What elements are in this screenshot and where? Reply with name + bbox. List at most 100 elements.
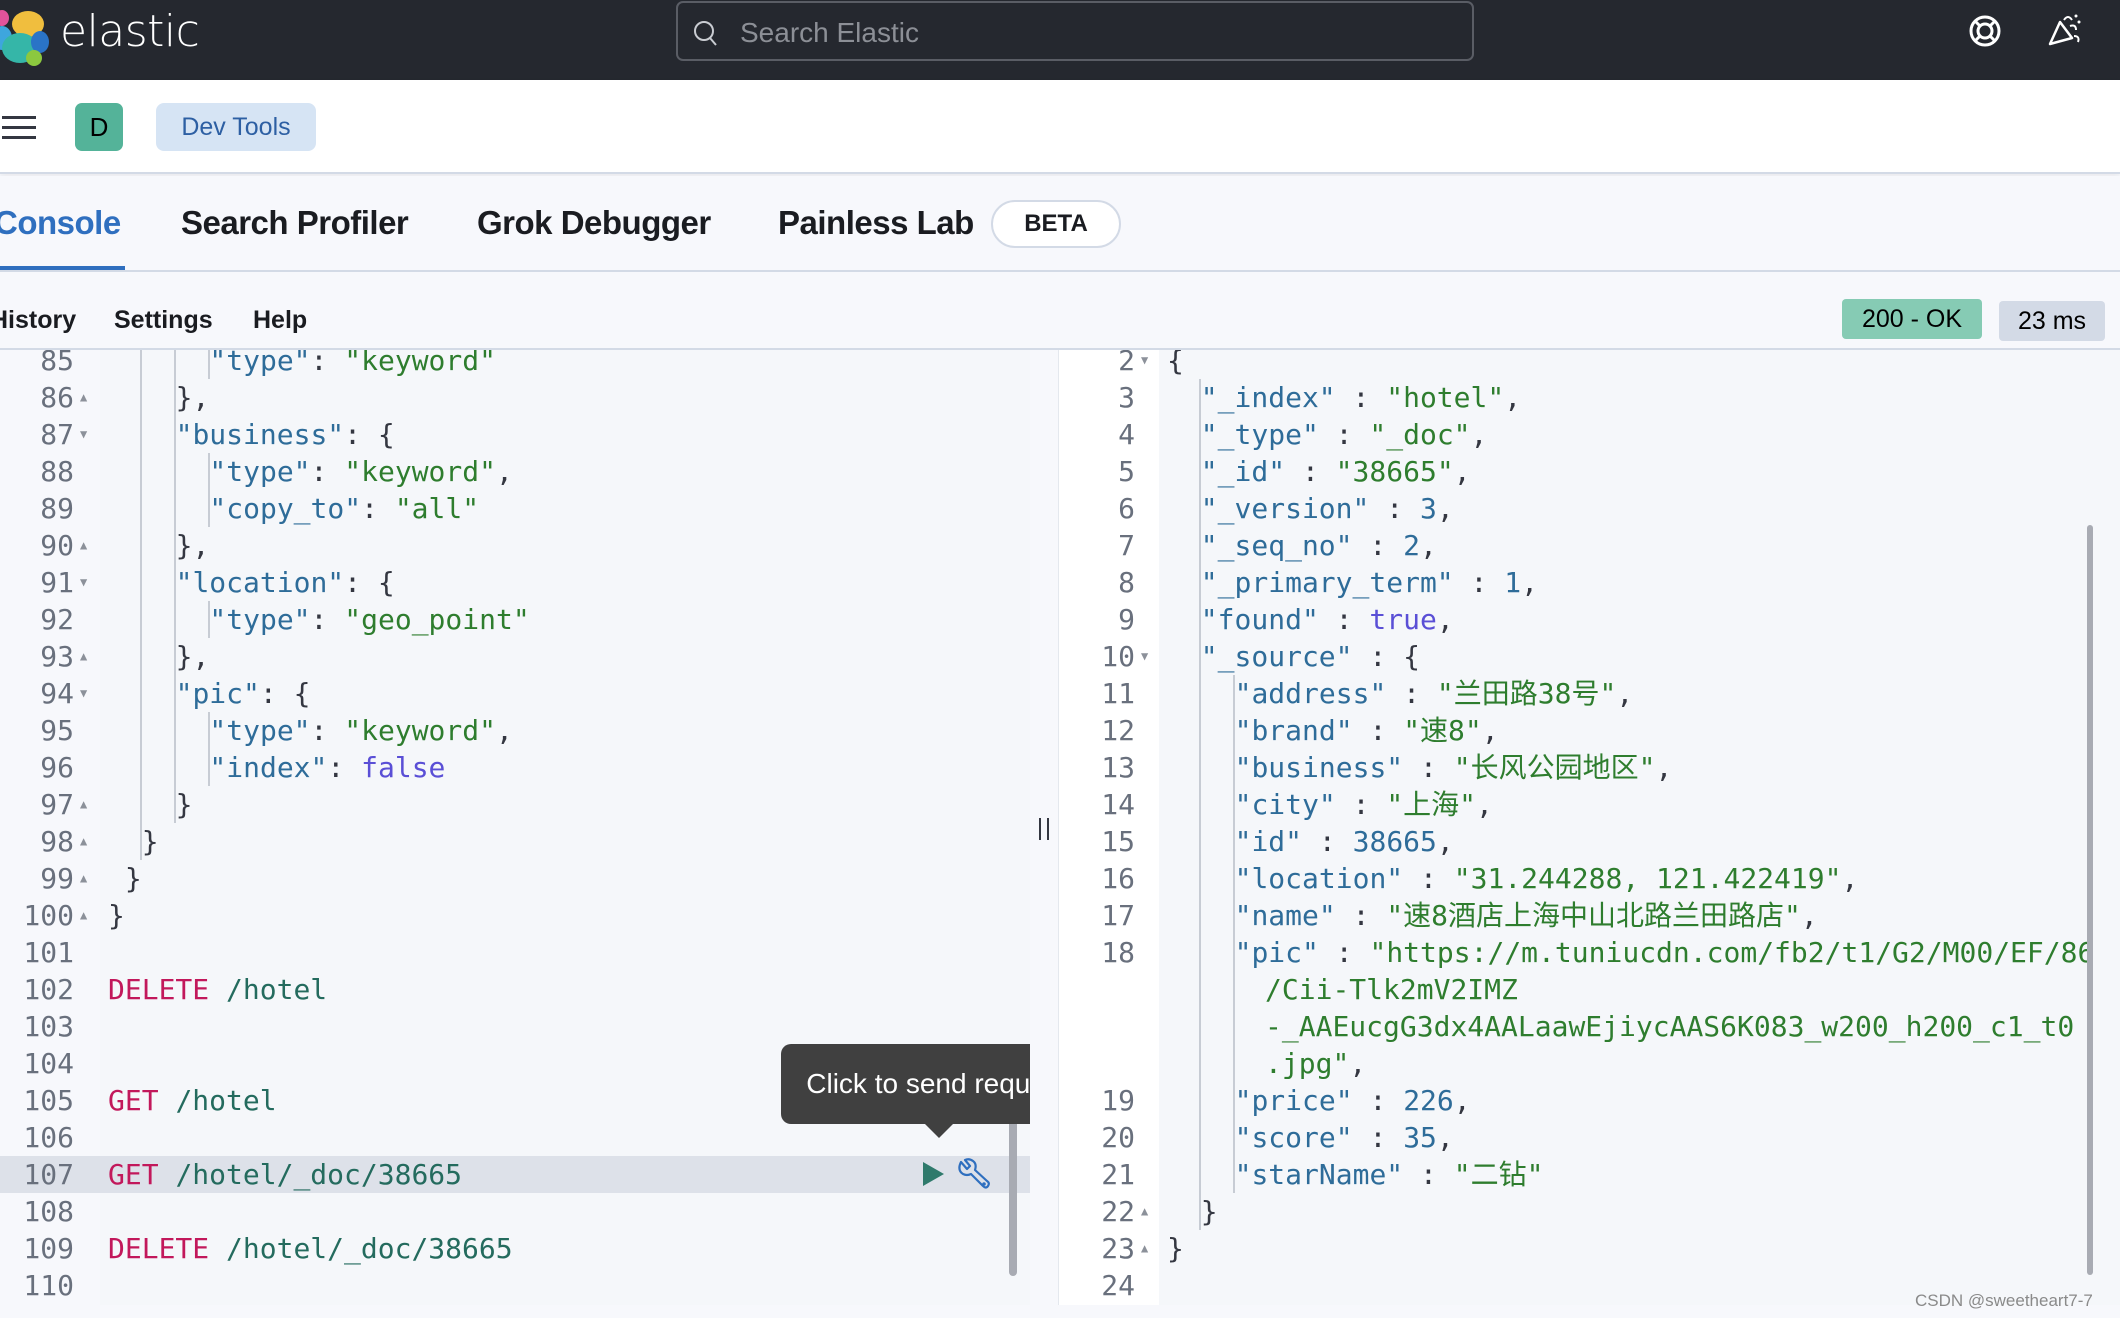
code-line[interactable]: 5 "_id" : "38665", xyxy=(1059,453,2120,490)
fold-up-icon[interactable]: ▲ xyxy=(1141,1230,1148,1267)
code-text: "location" : "31.244288, 121.422419", xyxy=(1235,860,1859,897)
code-line[interactable]: 109 DELETE /hotel/_doc/38665 xyxy=(0,1230,1030,1267)
wrench-icon[interactable] xyxy=(955,1156,991,1192)
indent-guide xyxy=(140,350,142,379)
code-line[interactable]: 21 "starName" : "二钻" xyxy=(1059,1156,2120,1193)
code-line[interactable]: -_AAEucgG3dx4AALaawEjiycAAS6K083_w200_h2… xyxy=(1059,1008,2120,1045)
fold-down-icon[interactable]: ▼ xyxy=(1141,638,1148,675)
code-text: DELETE /hotel xyxy=(108,971,327,1008)
code-line[interactable]: 3 "_index" : "hotel", xyxy=(1059,379,2120,416)
newsfeed-icon[interactable] xyxy=(2046,12,2082,48)
code-line[interactable]: /Cii-Tlk2mV2IMZ xyxy=(1059,971,2120,1008)
code-line[interactable]: 9 "found" : true, xyxy=(1059,601,2120,638)
fold-down-icon[interactable]: ▼ xyxy=(80,564,87,601)
line-number: 100 xyxy=(23,899,74,932)
history-link[interactable]: History xyxy=(0,306,76,335)
fold-up-icon[interactable]: ▲ xyxy=(80,638,87,675)
token-p: : xyxy=(1386,677,1437,710)
code-line[interactable]: 98 ▲} xyxy=(0,823,1030,860)
editor-scrollbar[interactable] xyxy=(1009,1118,1017,1276)
code-line[interactable]: 4 "_type" : "_doc", xyxy=(1059,416,2120,453)
fold-up-icon[interactable]: ▲ xyxy=(80,786,87,823)
code-line[interactable]: 16 "location" : "31.244288, 121.422419", xyxy=(1059,860,2120,897)
token-s: "上海" xyxy=(1386,788,1477,821)
code-line[interactable]: 107 GET /hotel/_doc/38665 xyxy=(0,1156,1030,1193)
code-text: DELETE /hotel/_doc/38665 xyxy=(108,1230,513,1267)
code-line[interactable]: 101 xyxy=(0,934,1030,971)
space-avatar[interactable]: D xyxy=(75,103,123,151)
code-line[interactable]: 103 xyxy=(0,1008,1030,1045)
code-line[interactable]: 22 ▲} xyxy=(1059,1193,2120,1230)
code-line[interactable]: 90 ▲}, xyxy=(0,527,1030,564)
code-line[interactable]: 19 "price" : 226, xyxy=(1059,1082,2120,1119)
code-line[interactable]: 87 ▼ "business": { xyxy=(0,416,1030,453)
global-search-input[interactable]: Search Elastic xyxy=(676,1,1474,61)
code-line[interactable]: 108 xyxy=(0,1193,1030,1230)
code-line[interactable]: 88 "type": "keyword", xyxy=(0,453,1030,490)
code-line[interactable]: 91 ▼ "location": { xyxy=(0,564,1030,601)
code-text: "location": { xyxy=(176,564,395,601)
request-editor[interactable]: 85 "type": "keyword" 86 ▲}, 87 ▼ "business": {… xyxy=(0,350,1030,1305)
code-line[interactable]: 102 DELETE /hotel xyxy=(0,971,1030,1008)
token-p: , xyxy=(1349,1047,1367,1080)
line-number: 18 xyxy=(1101,936,1135,969)
tab-console[interactable]: Console xyxy=(0,204,121,242)
output-scrollbar[interactable] xyxy=(2087,525,2093,1275)
code-line[interactable]: 100 ▲} xyxy=(0,897,1030,934)
code-line[interactable]: 7 "_seq_no" : 2, xyxy=(1059,527,2120,564)
code-line[interactable]: 23 ▲} xyxy=(1059,1230,2120,1267)
code-line[interactable]: 20 "score" : 35, xyxy=(1059,1119,2120,1156)
code-line[interactable]: 8 "_primary_term" : 1, xyxy=(1059,564,2120,601)
code-line[interactable]: 15 "id" : 38665, xyxy=(1059,823,2120,860)
code-line[interactable]: 99 ▲} xyxy=(0,860,1030,897)
code-line[interactable]: 89 "copy_to": "all" xyxy=(0,490,1030,527)
code-line[interactable]: 106 xyxy=(0,1119,1030,1156)
fold-up-icon[interactable]: ▲ xyxy=(80,823,87,860)
code-line[interactable]: 13 "business" : "长风公园地区", xyxy=(1059,749,2120,786)
code-line[interactable]: 95 "type": "keyword", xyxy=(0,712,1030,749)
token-p: , xyxy=(1481,714,1499,747)
tab-grok-debugger[interactable]: Grok Debugger xyxy=(477,204,711,242)
active-tab-indicator xyxy=(0,266,125,270)
code-line[interactable]: 2 ▼ { xyxy=(1059,350,2120,379)
code-line[interactable]: 11 "address" : "兰田路38号", xyxy=(1059,675,2120,712)
token-k: "location" xyxy=(175,566,345,599)
code-line[interactable]: 92 "type": "geo_point" xyxy=(0,601,1030,638)
code-line[interactable]: 96 "index": false xyxy=(0,749,1030,786)
tab-search-profiler[interactable]: Search Profiler xyxy=(181,204,409,242)
code-line[interactable]: 10 ▼ "_source" : { xyxy=(1059,638,2120,675)
fold-up-icon[interactable]: ▲ xyxy=(80,379,87,416)
fold-down-icon[interactable]: ▼ xyxy=(80,675,87,712)
elastic-logo-icon[interactable] xyxy=(0,8,50,68)
code-line[interactable]: 18 "pic" : "https://m.tuniucdn.com/fb2/t1… xyxy=(1059,934,2120,971)
resizer-handle-icon[interactable] xyxy=(1039,818,1049,840)
fold-down-icon[interactable]: ▼ xyxy=(80,416,87,453)
fold-down-icon[interactable]: ▼ xyxy=(1141,350,1148,379)
help-icon[interactable] xyxy=(1968,14,2002,48)
code-line[interactable]: 86 ▲}, xyxy=(0,379,1030,416)
line-number: 99 xyxy=(40,862,74,895)
help-link[interactable]: Help xyxy=(253,306,307,335)
fold-up-icon[interactable]: ▲ xyxy=(1141,1193,1148,1230)
code-line[interactable]: 97 ▲} xyxy=(0,786,1030,823)
fold-up-icon[interactable]: ▲ xyxy=(80,897,87,934)
code-line[interactable]: 94 ▼ "pic": { xyxy=(0,675,1030,712)
code-line[interactable]: 14 "city" : "上海", xyxy=(1059,786,2120,823)
menu-icon[interactable] xyxy=(2,114,38,142)
breadcrumb-dev-tools[interactable]: Dev Tools xyxy=(156,103,316,151)
code-line[interactable]: 93 ▲}, xyxy=(0,638,1030,675)
code-line[interactable]: 110 xyxy=(0,1267,1030,1304)
settings-link[interactable]: Settings xyxy=(114,306,213,335)
send-request-icon[interactable] xyxy=(920,1160,946,1188)
fold-up-icon[interactable]: ▲ xyxy=(80,860,87,897)
code-line[interactable]: 12 "brand" : "速8", xyxy=(1059,712,2120,749)
code-line[interactable]: 6 "_version" : 3, xyxy=(1059,490,2120,527)
code-line[interactable]: 85 "type": "keyword" xyxy=(0,350,1030,379)
code-line[interactable]: .jpg", xyxy=(1059,1045,2120,1082)
indent-guide xyxy=(173,453,176,490)
fold-up-icon[interactable]: ▲ xyxy=(80,527,87,564)
code-text: }, xyxy=(176,379,210,416)
response-output[interactable]: 2 ▼{3 "_index" : "hotel", 4 "_type" : "_doc"… xyxy=(1058,350,2120,1305)
code-line[interactable]: 17 "name" : "速8酒店上海中山北路兰田路店", xyxy=(1059,897,2120,934)
tab-painless-lab[interactable]: Painless Lab xyxy=(778,204,974,242)
